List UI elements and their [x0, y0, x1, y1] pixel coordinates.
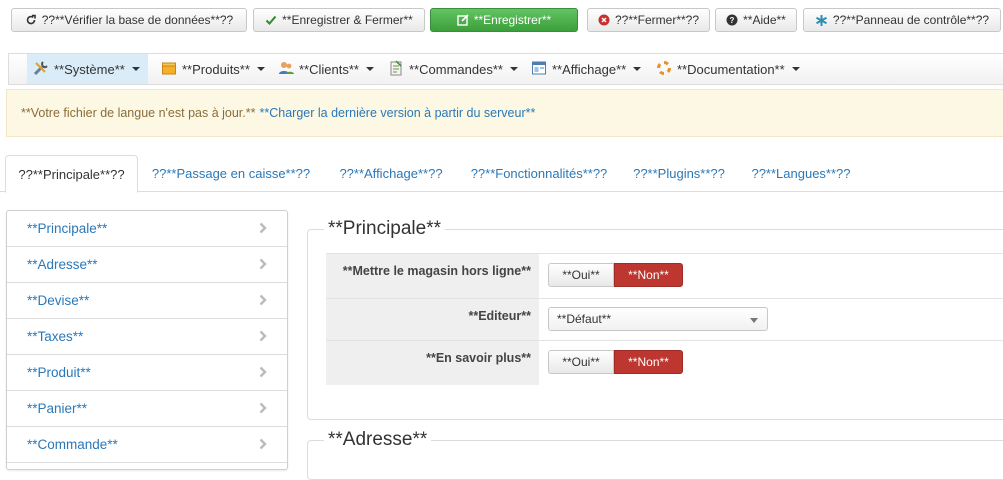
save-button[interactable]: **Enregistrer** — [430, 8, 578, 32]
setting-label: **Editeur** — [326, 299, 539, 340]
adresse-legend: **Adresse** — [324, 429, 432, 451]
menu-item-label: **Documentation** — [677, 61, 785, 77]
setting-label: **En savoir plus** — [326, 341, 539, 385]
menu-item-affichage[interactable]: **Affichage** — [525, 54, 642, 84]
language-warning-alert: **Votre fichier de langue n'est pas à jo… — [6, 89, 1003, 137]
caret-down-icon — [131, 67, 140, 71]
main-menu-bar: **Système** **Produits** **Clients** **C… — [8, 53, 1003, 85]
sidenav-item-taxes[interactable]: **Taxes** — [7, 319, 287, 355]
en-savoir-plus-non-option[interactable]: **Non** — [614, 350, 683, 374]
sidenav-item-produit[interactable]: **Produit** — [7, 355, 287, 391]
menu-item-label: **Affichage** — [552, 61, 627, 77]
menu-item-label: **Système** — [54, 61, 125, 77]
caret-down-icon — [509, 67, 518, 71]
sidenav-item-label: **Adresse** — [27, 257, 98, 272]
toolbar: ??**Vérifier la base de données**?? **En… — [0, 0, 1003, 40]
setting-row-offline: **Mettre le magasin hors ligne** **Oui**… — [326, 253, 1003, 298]
principale-fieldset: **Principale** **Mettre le magasin hors … — [307, 218, 1003, 420]
save-close-button[interactable]: **Enregistrer & Fermer** — [253, 8, 425, 32]
sidenav-item-panier[interactable]: **Panier** — [7, 391, 287, 427]
caret-down-icon — [365, 67, 374, 71]
sidenav-item-label: **Produit** — [27, 365, 91, 380]
help-button[interactable]: ? **Aide** — [715, 8, 797, 32]
section-sidenav: **Principale** **Adresse** **Devise** **… — [6, 210, 288, 470]
config-tabs: ??**Principale**?? ??**Passage en caisse… — [0, 155, 1003, 193]
sidenav-item-principale[interactable]: **Principale** — [7, 211, 287, 247]
tab-affichage[interactable]: ??**Affichage**?? — [326, 155, 456, 192]
offline-toggle: **Oui** **Non** — [548, 263, 683, 287]
question-icon: ? — [726, 14, 738, 26]
editeur-select[interactable]: **Défaut** — [548, 307, 768, 331]
svg-text:?: ? — [730, 16, 735, 25]
setting-label: **Mettre le magasin hors ligne** — [326, 254, 539, 298]
sidenav-item-adresse[interactable]: **Adresse** — [7, 247, 287, 283]
box-icon — [161, 60, 177, 79]
close-icon — [598, 14, 610, 26]
tab-fonctionnalites[interactable]: ??**Fonctionnalités**?? — [458, 155, 620, 192]
window-icon — [531, 60, 547, 79]
check-icon — [265, 14, 277, 26]
tab-plugins[interactable]: ??**Plugins**?? — [622, 155, 736, 192]
en-savoir-plus-toggle: **Oui** **Non** — [548, 350, 683, 374]
en-savoir-plus-oui-option[interactable]: **Oui** — [548, 350, 614, 374]
menu-item-documentation[interactable]: **Documentation** — [650, 54, 800, 84]
sidenav-item-label: **Panier** — [27, 401, 88, 416]
chevron-right-icon — [259, 438, 267, 453]
update-language-link[interactable]: **Charger la dernière version à partir d… — [260, 106, 536, 120]
edit-icon — [457, 14, 469, 26]
clipboard-icon — [388, 59, 404, 79]
setting-row-en-savoir-plus: **En savoir plus** **Oui** **Non** — [326, 340, 1003, 385]
check-database-label: ??**Vérifier la base de données**?? — [41, 13, 234, 27]
offline-non-option[interactable]: **Non** — [614, 263, 683, 287]
control-panel-label: ??**Panneau de contrôle**?? — [832, 13, 990, 27]
chevron-right-icon — [259, 366, 267, 381]
control-panel-button[interactable]: ??**Panneau de contrôle**?? — [803, 8, 1001, 32]
alert-text: **Votre fichier de langue n'est pas à jo… — [21, 106, 256, 120]
sidenav-item-devise[interactable]: **Devise** — [7, 283, 287, 319]
editeur-selected-value: **Défaut** — [557, 312, 612, 326]
offline-oui-option[interactable]: **Oui** — [548, 263, 614, 287]
caret-down-icon — [256, 67, 265, 71]
menu-item-produits[interactable]: **Produits** — [155, 54, 265, 84]
menu-item-label: **Clients** — [299, 61, 359, 77]
users-icon — [278, 60, 294, 79]
caret-down-icon — [791, 67, 800, 71]
tab-langues[interactable]: ??**Langues**?? — [740, 155, 862, 192]
help-label: **Aide** — [743, 13, 786, 27]
menu-item-commandes[interactable]: **Commandes** — [382, 54, 520, 84]
close-label: ??**Fermer**?? — [614, 13, 700, 27]
caret-down-icon — [633, 67, 642, 71]
menu-item-label: **Produits** — [182, 61, 250, 77]
save-close-label: **Enregistrer & Fermer** — [282, 13, 413, 27]
check-database-button[interactable]: ??**Vérifier la base de données**?? — [11, 8, 247, 32]
tab-passage-en-caisse[interactable]: ??**Passage en caisse**?? — [140, 155, 322, 192]
menu-item-systeme[interactable]: **Système** — [27, 54, 148, 84]
close-button[interactable]: ??**Fermer**?? — [587, 8, 710, 32]
asterisk-icon — [815, 14, 828, 27]
refresh-icon — [25, 14, 37, 26]
menu-item-clients[interactable]: **Clients** — [272, 54, 380, 84]
save-label: **Enregistrer** — [473, 13, 552, 27]
adresse-fieldset: **Adresse** — [307, 429, 1003, 480]
chevron-right-icon — [259, 258, 267, 273]
chevron-right-icon — [259, 294, 267, 309]
sidenav-item-label: **Commande** — [27, 437, 118, 452]
lifebuoy-icon — [656, 60, 672, 79]
menu-item-label: **Commandes** — [409, 61, 503, 77]
chevron-right-icon — [259, 402, 267, 417]
chevron-right-icon — [259, 330, 267, 345]
chevron-right-icon — [259, 222, 267, 237]
sidenav-item-label: **Devise** — [27, 293, 90, 308]
sidenav-item-label: **Taxes** — [27, 329, 84, 344]
sidenav-item-label: **Principale** — [27, 221, 108, 236]
tab-principale[interactable]: ??**Principale**?? — [5, 155, 138, 193]
principale-legend: **Principale** — [324, 218, 446, 240]
setting-row-editeur: **Editeur** **Défaut** — [326, 298, 1003, 340]
dropdown-arrow-icon — [750, 318, 758, 323]
tools-icon — [33, 60, 49, 79]
